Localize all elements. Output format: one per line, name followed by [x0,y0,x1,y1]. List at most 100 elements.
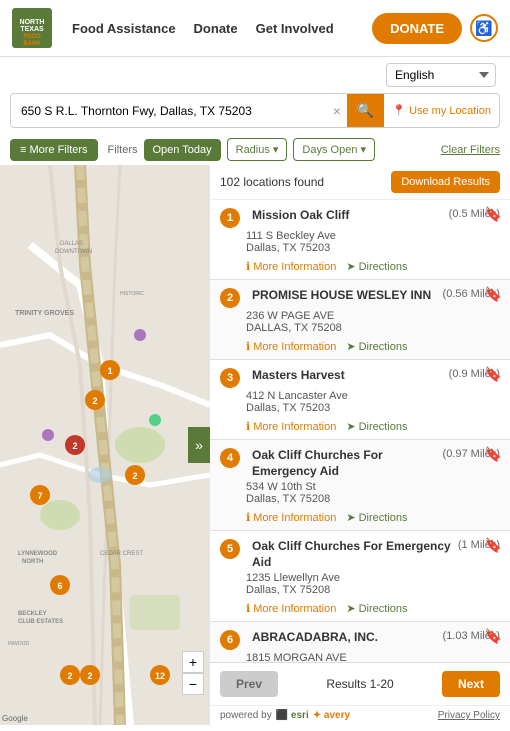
zoom-out-button[interactable]: − [182,673,204,695]
result-number: 2 [220,288,240,308]
result-actions: ℹ More Information ➤ Directions [220,256,500,275]
info-icon: ℹ [246,602,250,615]
result-actions: ℹ More Information ➤ Directions [220,416,500,435]
svg-text:BANK: BANK [23,41,41,47]
svg-text:NORTH: NORTH [22,559,43,565]
svg-text:TRINITY GROVES: TRINITY GROVES [15,310,74,317]
more-info-button[interactable]: ℹ More Information [246,602,336,615]
svg-text:2: 2 [92,396,97,406]
footer-bar: powered by ⬛ esri ✦ avery Privacy Policy [210,705,510,725]
result-number: 6 [220,630,240,650]
search-button[interactable]: 🔍 [347,94,384,127]
nav-donate[interactable]: Donate [194,21,238,36]
bookmark-icon[interactable]: 🔖 [485,286,502,303]
result-address: 236 W PAGE AVE DALLAS, TX 75208 [246,310,500,334]
prev-button[interactable]: Prev [220,671,278,697]
map-toggle-button[interactable]: » [188,427,210,463]
results-panel: 102 locations found Download Results 🔖 1… [210,165,510,725]
radius-chevron-icon: ▾ [273,143,279,156]
directions-button[interactable]: ➤ Directions [346,420,407,433]
bookmark-icon[interactable]: 🔖 [485,366,502,383]
directions-button[interactable]: ➤ Directions [346,340,407,353]
logo: NORTH TEXAS FOOD BANK [12,8,52,48]
download-results-button[interactable]: Download Results [391,171,500,193]
nav-get-involved[interactable]: Get Involved [256,21,334,36]
directions-button[interactable]: ➤ Directions [346,260,407,273]
result-actions: ℹ More Information ➤ Directions [220,598,500,617]
directions-button[interactable]: ➤ Directions [346,602,407,615]
svg-text:2: 2 [67,671,72,681]
more-info-button[interactable]: ℹ More Information [246,511,336,524]
svg-text:12: 12 [155,671,165,681]
avery-logo: ✦ avery [313,710,350,721]
logo-icon: NORTH TEXAS FOOD BANK [12,8,52,48]
result-header-row: 3 Masters Harvest (0.9 Miles) [220,368,500,388]
map-svg: TRINITY GROVES DALLAS DOWNTOWN HISTORIC … [0,165,210,725]
directions-icon: ➤ [346,511,355,524]
main-content: TRINITY GROVES DALLAS DOWNTOWN HISTORIC … [0,165,510,725]
next-button[interactable]: Next [442,671,500,697]
result-header-row: 6 ABRACADABRA, INC. (1.03 Miles) [220,630,500,650]
filter-bar: ≡ More Filters Filters Open Today Radius… [0,134,510,165]
result-title: PROMISE HOUSE WESLEY INN [252,288,437,304]
map-attribution: Google [2,714,28,723]
result-title: Oak Cliff Churches For Emergency Aid [252,539,452,570]
bookmark-icon[interactable]: 🔖 [485,206,502,223]
svg-text:TEXAS: TEXAS [20,26,44,33]
bookmark-icon[interactable]: 🔖 [485,628,502,645]
svg-text:BECKLEY: BECKLEY [18,611,47,617]
more-info-button[interactable]: ℹ More Information [246,260,336,273]
zoom-in-button[interactable]: + [182,651,204,673]
powered-by: powered by ⬛ esri ✦ avery [220,710,350,721]
results-count: 102 locations found [220,175,324,189]
info-icon: ℹ [246,340,250,353]
svg-text:2: 2 [72,441,77,451]
radius-filter[interactable]: Radius ▾ [227,138,288,161]
svg-text:2: 2 [87,671,92,681]
svg-text:HISTORIC: HISTORIC [120,291,144,297]
header: NORTH TEXAS FOOD BANK Food Assistance Do… [0,0,510,57]
result-title: Mission Oak Cliff [252,208,443,224]
accessibility-button[interactable]: ♿ [470,14,498,42]
search-clear-icon[interactable]: × [327,103,347,119]
result-address: 111 S Beckley Ave Dallas, TX 75203 [246,230,500,254]
search-input[interactable] [11,96,327,126]
use-location-button[interactable]: 📍 Use my Location [384,104,499,117]
pagination: Prev Results 1-20 Next [210,662,510,705]
bookmark-icon[interactable]: 🔖 [485,537,502,554]
svg-text:6: 6 [57,581,62,591]
result-number: 4 [220,448,240,468]
filters-label: Filters [108,144,138,156]
list-item: 🔖 1 Mission Oak Cliff (0.5 Miles) 111 S … [210,200,510,280]
result-address: 534 W 10th St Dallas, TX 75208 [246,481,500,505]
clear-filters-button[interactable]: Clear Filters [441,144,500,156]
result-header-row: 2 PROMISE HOUSE WESLEY INN (0.56 Miles) [220,288,500,308]
svg-text:1: 1 [107,366,112,376]
result-title: Masters Harvest [252,368,443,384]
svg-text:CEDAR CREST: CEDAR CREST [100,551,143,557]
nav-food-assistance[interactable]: Food Assistance [72,21,176,36]
result-actions: ℹ More Information ➤ Directions [220,336,500,355]
days-chevron-icon: ▾ [360,143,366,156]
results-header: 102 locations found Download Results [210,165,510,200]
result-title: Oak Cliff Churches For Emergency Aid [252,448,437,479]
more-info-button[interactable]: ℹ More Information [246,340,336,353]
info-icon: ℹ [246,511,250,524]
accessibility-icon: ♿ [475,20,492,37]
more-info-button[interactable]: ℹ More Information [246,420,336,433]
days-open-filter[interactable]: Days Open ▾ [293,138,375,161]
result-number: 5 [220,539,240,559]
result-header-row: 5 Oak Cliff Churches For Emergency Aid (… [220,539,500,570]
open-today-filter[interactable]: Open Today [144,139,221,161]
bookmark-icon[interactable]: 🔖 [485,446,502,463]
info-icon: ℹ [246,260,250,273]
more-filters-button[interactable]: ≡ More Filters [10,139,98,161]
result-actions: ℹ More Information ➤ Directions [220,507,500,526]
svg-text:LYNNEWOOD: LYNNEWOOD [18,551,58,557]
directions-icon: ➤ [346,420,355,433]
svg-text:DALLAS: DALLAS [60,241,83,247]
privacy-link[interactable]: Privacy Policy [438,710,500,721]
directions-button[interactable]: ➤ Directions [346,511,407,524]
language-select[interactable]: English Spanish French [386,63,496,87]
donate-button[interactable]: DONATE [372,13,462,44]
